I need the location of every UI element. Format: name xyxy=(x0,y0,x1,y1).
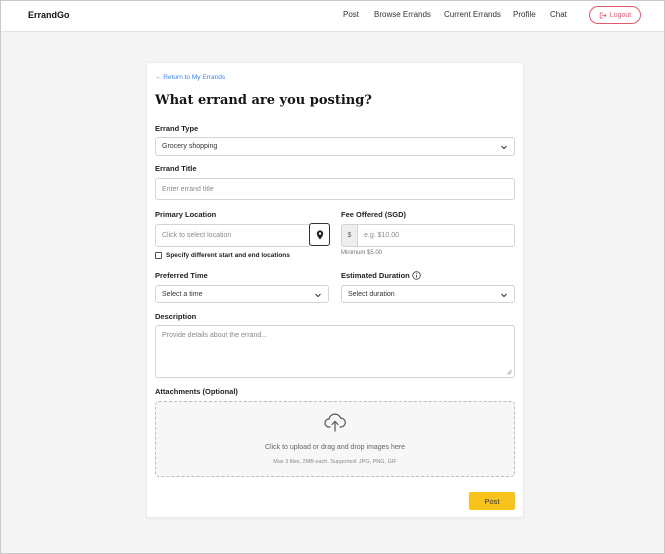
nav-link-profile[interactable]: Profile xyxy=(513,10,536,19)
fee-label: Fee Offered (SGD) xyxy=(341,210,407,219)
return-to-errands-link[interactable]: ← Return to My Errands xyxy=(155,74,225,81)
duration-value: Select duration xyxy=(348,290,395,298)
duration-select[interactable]: Select duration xyxy=(341,285,515,303)
fee-minimum-hint: Minimum $5.00 xyxy=(341,250,383,256)
chevron-down-icon xyxy=(501,293,507,298)
brand-logo[interactable]: ErrandGo xyxy=(28,10,70,20)
description-placeholder: Provide details about the errand... xyxy=(162,332,268,339)
nav-link-browse-errands[interactable]: Browse Errands xyxy=(374,10,431,19)
errand-title-placeholder: Enter errand title xyxy=(162,185,214,193)
primary-location-placeholder: Click to select location xyxy=(162,232,232,239)
errand-title-label: Errand Title xyxy=(155,164,197,173)
info-icon[interactable] xyxy=(412,271,421,280)
primary-location-input[interactable]: Click to select location xyxy=(155,224,310,247)
nav-link-current-errands[interactable]: Current Errands xyxy=(444,10,501,19)
attachments-label: Attachments (Optional) xyxy=(155,387,238,396)
chevron-down-icon xyxy=(315,293,321,298)
page-title: What errand are you posting? xyxy=(155,93,372,108)
fee-placeholder: e.g. $10.00 xyxy=(364,232,400,239)
description-label: Description xyxy=(155,312,197,321)
nav-link-post[interactable]: Post xyxy=(343,10,359,19)
post-errand-button[interactable]: Post xyxy=(469,492,515,510)
dropzone-instructions: Click to upload or drag and drop images … xyxy=(264,444,406,451)
top-navbar: ErrandGo Post Browse Errands Current Err… xyxy=(1,1,664,32)
errand-title-input[interactable]: Enter errand title xyxy=(155,178,515,200)
cloud-upload-icon xyxy=(324,413,346,432)
select-location-button[interactable] xyxy=(309,223,330,246)
preferred-time-value: Select a time xyxy=(162,290,203,298)
nav-link-chat[interactable]: Chat xyxy=(550,10,567,19)
resize-grip-icon[interactable] xyxy=(506,369,512,375)
description-textarea[interactable]: Provide details about the errand... xyxy=(155,325,515,378)
map-pin-icon xyxy=(316,229,323,239)
logout-icon xyxy=(599,12,607,18)
errand-type-value: Grocery shopping xyxy=(162,143,218,150)
errand-type-select[interactable]: Grocery shopping xyxy=(155,137,515,156)
fee-input[interactable]: e.g. $10.00 xyxy=(357,224,515,247)
preferred-time-label: Preferred Time xyxy=(155,271,208,280)
different-locations-checkbox[interactable] xyxy=(155,252,162,259)
chevron-down-icon xyxy=(501,145,507,150)
different-locations-label[interactable]: Specify different start and end location… xyxy=(166,252,290,259)
preferred-time-select[interactable]: Select a time xyxy=(155,285,329,303)
duration-label: Estimated Duration xyxy=(341,271,410,280)
currency-prefix: $ xyxy=(341,224,357,247)
errand-type-label: Errand Type xyxy=(155,124,199,133)
dropzone-file-limits: Max 3 files, 2MB each. Supported: JPG, P… xyxy=(273,459,397,465)
primary-location-label: Primary Location xyxy=(155,210,217,219)
logout-label: Logout xyxy=(609,11,632,19)
logout-button[interactable]: Logout xyxy=(589,6,641,24)
